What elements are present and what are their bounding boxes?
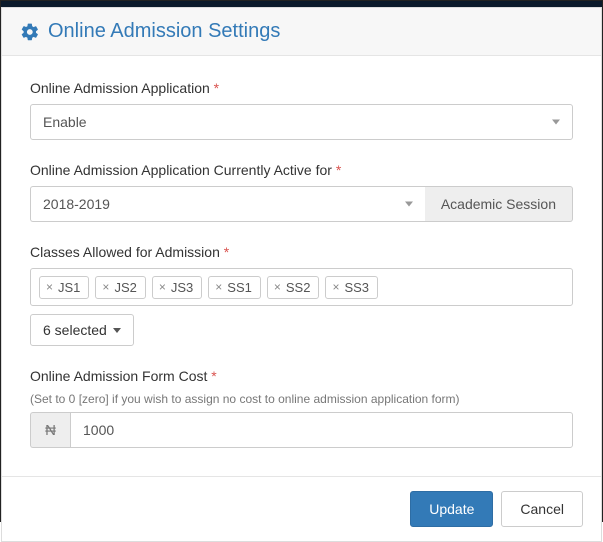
required-mark: * — [224, 244, 229, 260]
panel-title: Online Admission Settings — [48, 20, 280, 43]
select-value: 2018-2019 — [43, 196, 110, 212]
class-tag[interactable]: × SS3 — [325, 276, 378, 299]
tag-label: JS3 — [171, 280, 193, 295]
label-classes: Classes Allowed for Admission * — [30, 244, 573, 260]
required-mark: * — [336, 162, 341, 178]
gear-icon — [20, 22, 40, 42]
select-academic-session[interactable]: 2018-2019 — [30, 186, 425, 222]
class-tag[interactable]: × JS3 — [152, 276, 202, 299]
label-text: Online Admission Application Currently A… — [30, 162, 332, 178]
remove-tag-icon[interactable]: × — [159, 281, 166, 293]
chevron-down-icon — [113, 328, 121, 333]
field-admission-application: Online Admission Application * Enable — [30, 80, 573, 140]
label-admission-application: Online Admission Application * — [30, 80, 573, 96]
panel-footer: Update Cancel — [2, 476, 601, 541]
tag-label: JS2 — [114, 280, 136, 295]
class-tag[interactable]: × SS1 — [208, 276, 261, 299]
required-mark: * — [214, 80, 219, 96]
select-admission-application[interactable]: Enable — [30, 104, 573, 140]
cost-input[interactable] — [70, 412, 573, 448]
cost-input-group: ₦ — [30, 412, 573, 448]
class-tag[interactable]: × JS1 — [39, 276, 89, 299]
required-mark: * — [211, 368, 216, 384]
select-value: Enable — [43, 114, 87, 130]
class-tag[interactable]: × JS2 — [95, 276, 145, 299]
summary-text: 6 selected — [43, 322, 107, 338]
cost-hint: (Set to 0 [zero] if you wish to assign n… — [30, 392, 573, 406]
classes-tag-box[interactable]: × JS1 × JS2 × JS3 × SS1 × SS2 × SS3 — [30, 268, 573, 306]
field-active-for: Online Admission Application Currently A… — [30, 162, 573, 222]
chevron-down-icon — [405, 202, 413, 207]
remove-tag-icon[interactable]: × — [274, 281, 281, 293]
tag-label: SS3 — [344, 280, 369, 295]
settings-panel: Online Admission Settings Online Admissi… — [1, 7, 602, 542]
remove-tag-icon[interactable]: × — [46, 281, 53, 293]
panel-body: Online Admission Application * Enable On… — [2, 56, 601, 476]
addon-academic-session: Academic Session — [425, 186, 573, 222]
tag-label: JS1 — [58, 280, 80, 295]
label-cost: Online Admission Form Cost * — [30, 368, 573, 384]
field-classes: Classes Allowed for Admission * × JS1 × JS2… — [30, 244, 573, 346]
tag-label: SS2 — [286, 280, 311, 295]
currency-prefix: ₦ — [30, 412, 70, 448]
class-tag[interactable]: × SS2 — [267, 276, 320, 299]
label-text: Online Admission Form Cost — [30, 368, 207, 384]
tag-label: SS1 — [227, 280, 252, 295]
active-for-group: 2018-2019 Academic Session — [30, 186, 573, 222]
label-text: Online Admission Application — [30, 80, 210, 96]
chevron-down-icon — [552, 120, 560, 125]
label-text: Classes Allowed for Admission — [30, 244, 220, 260]
remove-tag-icon[interactable]: × — [102, 281, 109, 293]
remove-tag-icon[interactable]: × — [332, 281, 339, 293]
classes-summary-button[interactable]: 6 selected — [30, 314, 134, 346]
field-cost: Online Admission Form Cost * (Set to 0 [… — [30, 368, 573, 448]
panel-header: Online Admission Settings — [2, 8, 601, 56]
label-active-for: Online Admission Application Currently A… — [30, 162, 573, 178]
remove-tag-icon[interactable]: × — [215, 281, 222, 293]
